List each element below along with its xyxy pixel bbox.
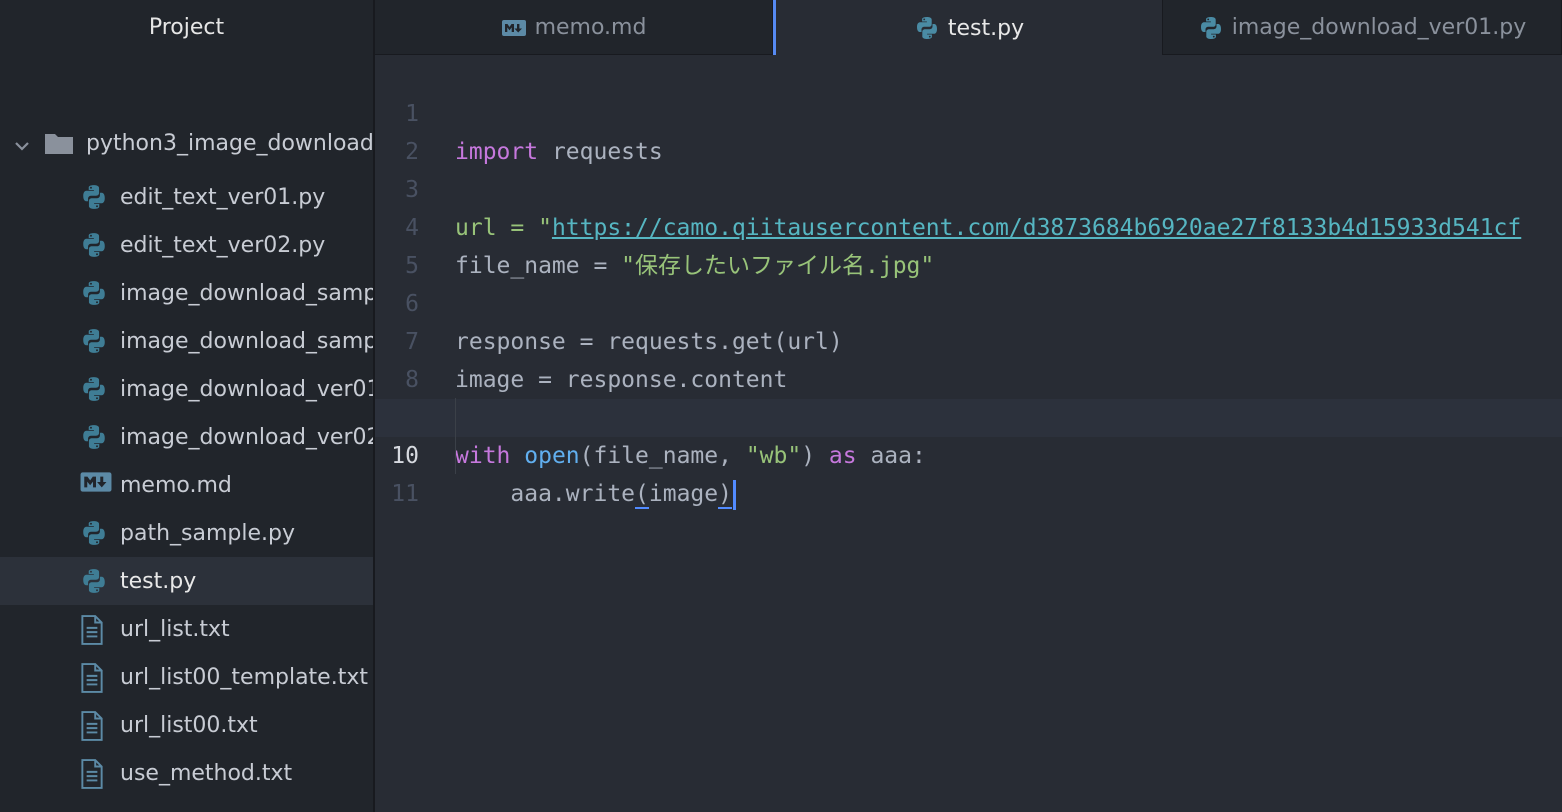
python-icon	[80, 375, 108, 403]
file-label: edit_text_ver02.py	[120, 232, 326, 258]
code-text: image	[648, 481, 719, 507]
file-tree-item[interactable]: path_sample.py	[0, 509, 373, 557]
file-label: url_list.txt	[120, 616, 230, 642]
file-tree-item[interactable]: edit_text_ver01.py	[0, 173, 373, 221]
file-label: test.py	[120, 568, 197, 594]
code-line[interactable]: 6 response = requests.get(url)	[375, 247, 1562, 355]
file-tree-item[interactable]: url_list.txt	[0, 605, 373, 653]
tab-memo-md[interactable]: memo.md	[375, 0, 773, 55]
tab-test-py[interactable]: test.py	[773, 0, 1163, 56]
file-label: memo.md	[120, 472, 232, 498]
python-icon	[1198, 15, 1224, 41]
python-icon	[80, 567, 108, 595]
text-file-icon	[80, 663, 108, 693]
code-line[interactable]: 11	[375, 437, 1562, 507]
file-label: url_list00_template.txt	[120, 664, 368, 690]
python-icon	[80, 327, 108, 355]
project-panel-title: Project	[148, 15, 225, 40]
code-line-current[interactable]: 10 aaa.write(image)	[375, 399, 1562, 510]
python-icon	[80, 279, 108, 307]
tab-label: image_download_ver01.py	[1231, 15, 1527, 40]
indent-guide	[455, 398, 456, 474]
folder-python3-image-download[interactable]: python3_image_download	[0, 120, 374, 166]
code-line[interactable]: 4 file_name = "保存したいファイル名.jpg"	[375, 171, 1562, 279]
code-line[interactable]: 1 import requests	[375, 57, 1562, 165]
markdown-icon	[80, 471, 112, 499]
file-tree-item[interactable]: memo.md	[0, 461, 373, 509]
file-tree-item[interactable]: image_download_ver02.	[0, 413, 375, 461]
file-label: path_sample.py	[120, 520, 295, 546]
bracket-match: (	[635, 481, 649, 509]
text-file-icon	[80, 615, 108, 645]
chevron-down-icon[interactable]	[14, 135, 30, 151]
tab-label: memo.md	[534, 15, 647, 40]
code-line[interactable]: 2	[375, 95, 1562, 165]
text-file-icon	[80, 711, 108, 741]
folder-label: python3_image_download	[86, 130, 374, 156]
bracket-match: )	[718, 481, 732, 509]
markdown-icon	[501, 15, 527, 41]
file-tree-item[interactable]: url_list00_template.txt	[0, 653, 373, 701]
file-tree-item[interactable]: image_download_ver01.	[0, 365, 375, 413]
file-label: image_download_ver01.	[120, 376, 375, 402]
line-number: 11	[391, 481, 419, 507]
file-tree-item[interactable]: use_method.txt	[0, 749, 373, 797]
file-tree-item[interactable]: test.py	[0, 557, 373, 605]
python-icon	[914, 15, 940, 41]
code-editor[interactable]: 1 import requests 2 3 url = "https://cam…	[375, 55, 1562, 812]
python-icon	[80, 519, 108, 547]
file-label: image_download_sampl	[120, 328, 375, 354]
code-line[interactable]: 9 with open(file_name, "wb") as aaa:	[375, 361, 1562, 469]
file-label: url_list00.txt	[120, 712, 258, 738]
python-icon	[80, 183, 108, 211]
code-line[interactable]: 8	[375, 323, 1562, 393]
tab-label: test.py	[947, 15, 1025, 41]
code-text: aaa.write	[455, 481, 636, 507]
file-label: image_download_ver02.	[120, 424, 375, 450]
file-tree-item[interactable]: edit_text_ver02.py	[0, 221, 373, 269]
file-label: use_method.txt	[120, 760, 293, 786]
file-tree-item[interactable]: image_download_sampl	[0, 317, 375, 365]
file-label: image_download_sampl	[120, 280, 375, 306]
code-line[interactable]: 7 image = response.content	[375, 285, 1562, 393]
tab-bar: memo.md test.py image_download_ver01.py	[375, 0, 1562, 56]
file-tree-item[interactable]: url_list00.txt	[0, 701, 373, 749]
code-line[interactable]: 3 url = "https://camo.qiitausercontent.c…	[375, 133, 1562, 241]
folder-icon	[44, 130, 74, 156]
code-line[interactable]: 5	[375, 209, 1562, 279]
python-icon	[80, 423, 108, 451]
project-tree-panel: Project python3_image_download edit_text_…	[0, 0, 375, 812]
text-file-icon	[80, 759, 108, 789]
python-icon	[80, 231, 108, 259]
file-label: edit_text_ver01.py	[120, 184, 326, 210]
tab-image-download-ver01-py[interactable]: image_download_ver01.py	[1163, 0, 1562, 55]
text-cursor	[732, 479, 736, 510]
file-tree-item[interactable]: image_download_sampl	[0, 269, 375, 317]
